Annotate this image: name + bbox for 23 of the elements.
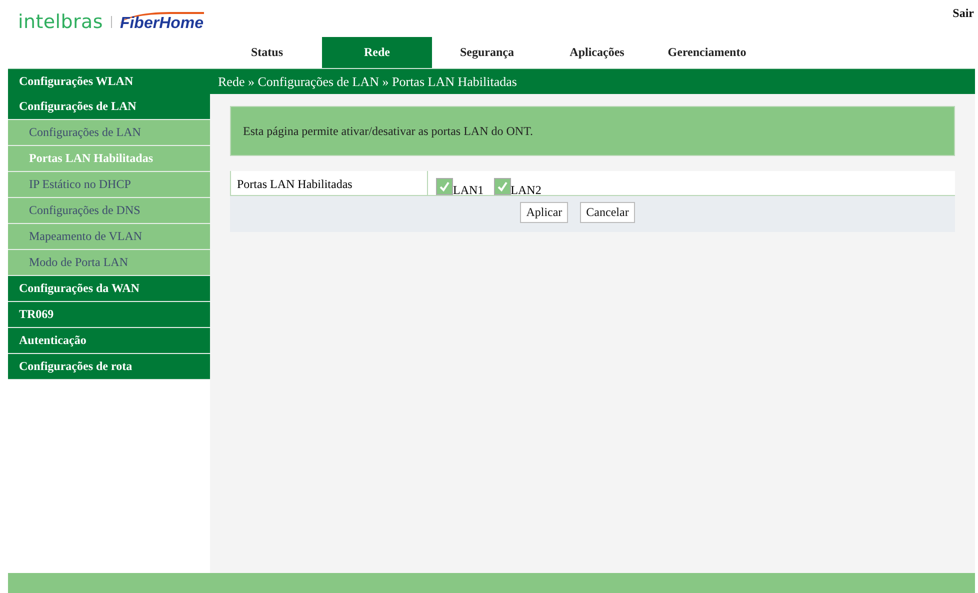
- breadcrumb: Rede » Configurações de LAN » Portas LAN Habilitadas: [218, 74, 517, 90]
- sidebar-item[interactable]: TR069: [8, 302, 210, 328]
- sidebar-subitem[interactable]: Configurações de LAN: [8, 120, 210, 146]
- field-label: Portas LAN Habilitadas: [237, 177, 352, 191]
- sidebar-subitem[interactable]: IP Estático no DHCP: [8, 172, 210, 198]
- sidebar-subitem[interactable]: Configurações de DNS: [8, 198, 210, 224]
- sidebar-subitem[interactable]: Mapeamento de VLAN: [8, 224, 210, 250]
- brand-logo: intelbras: [18, 11, 103, 33]
- checkbox[interactable]: [436, 178, 453, 195]
- checkbox-label: LAN1: [453, 183, 484, 198]
- checkbox[interactable]: [494, 178, 511, 195]
- sidebar-item[interactable]: Configurações de LAN: [8, 94, 210, 120]
- logout-link[interactable]: Sair: [952, 6, 974, 21]
- sidebar-item[interactable]: Configurações da WAN: [8, 276, 210, 302]
- sidebar-item[interactable]: Autenticação: [8, 328, 210, 354]
- checkbox-label: LAN2: [510, 183, 542, 198]
- action-button[interactable]: Aplicar: [520, 202, 568, 223]
- sidebar-item[interactable]: Configurações de rota: [8, 354, 210, 380]
- action-button[interactable]: Cancelar: [580, 202, 635, 223]
- sidebar-subitem[interactable]: Modo de Porta LAN: [8, 250, 210, 276]
- info-text: Esta página permite ativar/desativar as portas LAN do ONT.: [243, 124, 534, 138]
- nav-tab[interactable]: Rede: [322, 37, 432, 68]
- partner-logo: FiberHome: [120, 12, 204, 32]
